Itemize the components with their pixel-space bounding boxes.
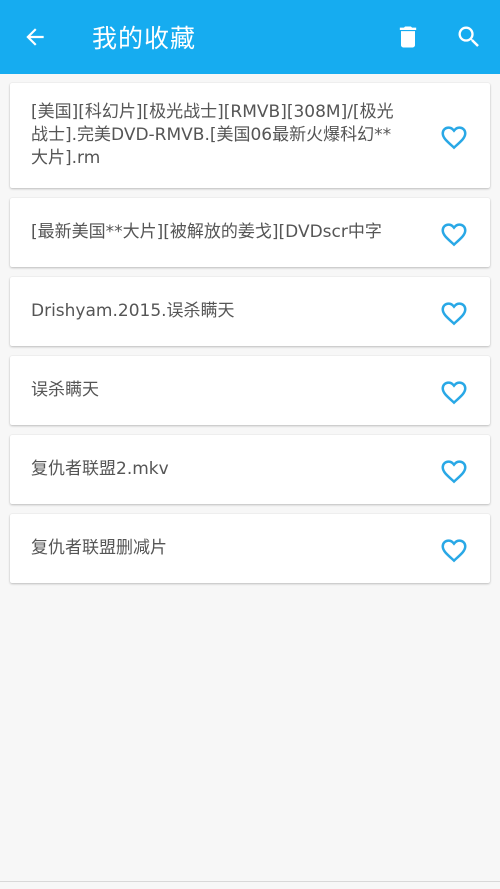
favorite-item-title: [最新美国**大片][被解放的姜戈][DVDscr中字 xyxy=(31,222,382,242)
bottom-divider xyxy=(0,881,500,882)
favorite-item[interactable]: 复仇者联盟删减片 xyxy=(10,514,490,583)
search-icon xyxy=(458,26,479,47)
delete-button[interactable] xyxy=(393,22,423,52)
page-title: 我的收藏 xyxy=(92,24,197,53)
favorite-toggle[interactable] xyxy=(438,121,470,151)
search-button[interactable] xyxy=(454,22,484,52)
favorite-item-title: 误杀瞒天 xyxy=(31,380,99,400)
heart-outline-icon xyxy=(441,222,467,246)
favorite-toggle[interactable] xyxy=(438,297,470,327)
heart-outline-icon xyxy=(441,125,467,149)
trash-icon xyxy=(399,26,417,48)
favorite-item-title: Drishyam.2015.误杀瞒天 xyxy=(31,301,235,321)
favorites-list: [美国][科幻片][极光战士][RMVB][308M]/[极光战士].完美DVD… xyxy=(10,83,490,593)
arrow-left-icon xyxy=(26,28,44,46)
favorite-item[interactable]: [最新美国**大片][被解放的姜戈][DVDscr中字 xyxy=(10,198,490,267)
favorite-toggle[interactable] xyxy=(438,455,470,485)
app-bar: 我的收藏 xyxy=(0,0,500,74)
favorite-item[interactable]: 误杀瞒天 xyxy=(10,356,490,425)
favorite-toggle[interactable] xyxy=(438,534,470,564)
favorite-item[interactable]: [美国][科幻片][极光战士][RMVB][308M]/[极光战士].完美DVD… xyxy=(10,83,490,188)
favorite-item-title: 复仇者联盟2.mkv xyxy=(31,459,169,479)
back-button[interactable] xyxy=(20,22,50,52)
favorite-item-title: 复仇者联盟删减片 xyxy=(31,538,167,558)
favorite-item[interactable]: Drishyam.2015.误杀瞒天 xyxy=(10,277,490,346)
favorite-item[interactable]: 复仇者联盟2.mkv xyxy=(10,435,490,504)
heart-outline-icon xyxy=(441,380,467,404)
favorite-toggle[interactable] xyxy=(438,376,470,406)
favorite-toggle[interactable] xyxy=(438,218,470,248)
heart-outline-icon xyxy=(441,538,467,562)
favorite-item-title: [美国][科幻片][极光战士][RMVB][308M]/[极光战士].完美DVD… xyxy=(31,102,394,168)
heart-outline-icon xyxy=(441,459,467,483)
heart-outline-icon xyxy=(441,301,467,325)
